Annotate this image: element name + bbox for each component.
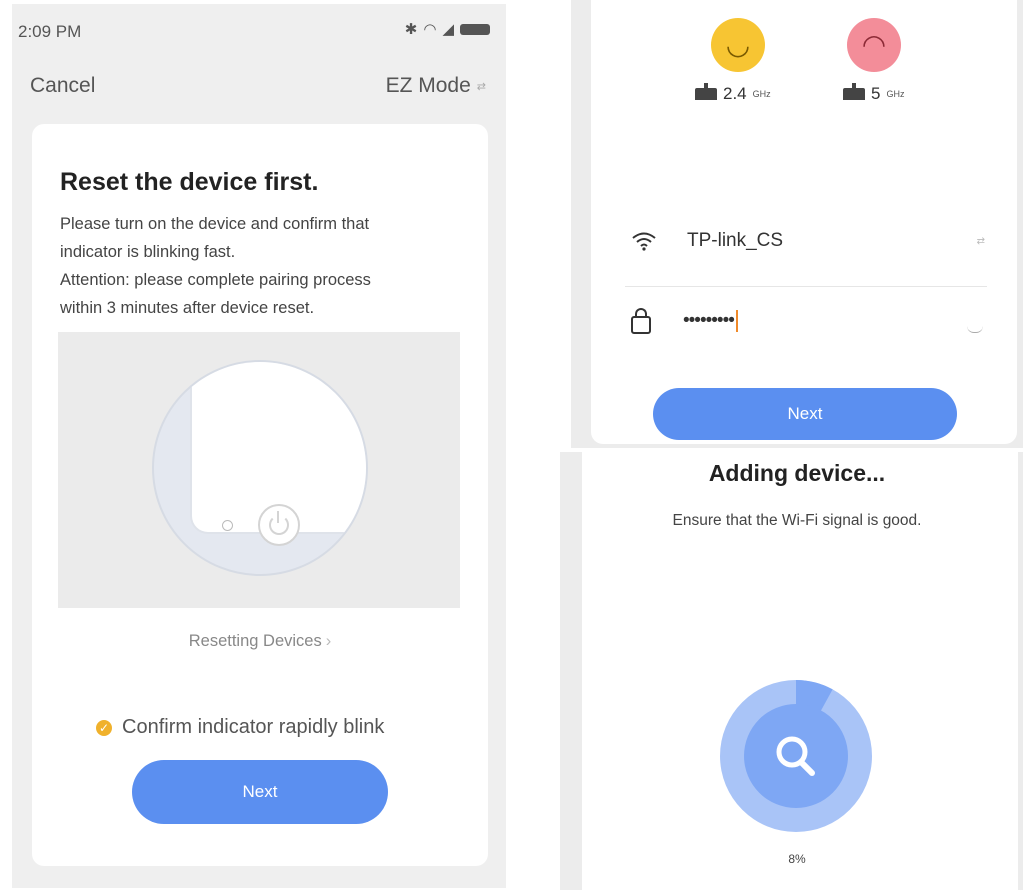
resetting-devices-link[interactable]: Resetting Devices › (32, 632, 488, 651)
check-circle-icon: ✓ (96, 719, 112, 736)
next-button[interactable]: Next (653, 388, 957, 440)
mode-label: EZ Mode (385, 74, 471, 97)
device-illustration (58, 332, 460, 608)
password-value: ••••••••• (683, 310, 738, 332)
band-unit: GHz (752, 89, 771, 99)
progress-inner (744, 704, 848, 808)
wifi-card: ◡ ◠ 2.4 GHz 5 GHz TP-link_CS ⇄ ••••••••• (591, 0, 1017, 444)
status-time: 2:09 PM (18, 22, 82, 41)
power-icon (258, 504, 300, 546)
password-field[interactable]: ••••••••• (631, 306, 991, 350)
progress-percent: 8% (788, 852, 806, 866)
reset-device-screen: 2:09 PM ✱ ◠ ◢ Cancel EZ Mode ⇄ Reset the … (12, 4, 506, 888)
wifi-icon: ◠ (423, 21, 437, 38)
progress-ring (720, 680, 872, 832)
confirm-label: Confirm indicator rapidly blink (122, 716, 385, 738)
page-subtitle: Ensure that the Wi-Fi signal is good. (672, 512, 922, 529)
ssid-value: TP-link_CS (687, 230, 784, 251)
eye-hidden-icon[interactable] (967, 326, 983, 333)
ez-mode-switch[interactable]: EZ Mode ⇄ (386, 74, 486, 98)
page-title: Reset the device first. (60, 168, 319, 196)
status-icons: ✱ ◠ ◢ (405, 20, 490, 38)
router-icon (695, 83, 717, 100)
battery-icon (460, 23, 490, 35)
sad-face-icon: ◠ (847, 18, 901, 72)
ssid-field[interactable]: TP-link_CS ⇄ (631, 222, 991, 266)
instructions: Please turn on the device and confirm th… (60, 210, 460, 322)
signal-icon: ◢ (442, 21, 454, 38)
top-bar: Cancel EZ Mode ⇄ (12, 70, 506, 106)
band-value: 5 (871, 84, 881, 103)
band-2-4ghz: 2.4 GHz (695, 83, 771, 104)
device-image (152, 360, 368, 576)
band-unit: GHz (886, 89, 905, 99)
resetting-devices-label: Resetting Devices (188, 632, 322, 650)
instruction-line: indicator is blinking fast. (60, 243, 236, 261)
instruction-line: Attention: please complete pairing proce… (60, 271, 371, 289)
swap-icon: ⇄ (476, 80, 486, 93)
band-value: 2.4 (723, 84, 747, 103)
happy-face-icon: ◡ (711, 18, 765, 72)
adding-card: Adding device... Ensure that the Wi-Fi s… (582, 452, 1018, 890)
cancel-button[interactable]: Cancel (30, 74, 95, 98)
swap-icon[interactable]: ⇄ (977, 236, 985, 247)
status-bar: 2:09 PM ✱ ◠ ◢ (12, 18, 506, 46)
confirm-blink-checkbox[interactable]: ✓ Confirm indicator rapidly blink (96, 716, 384, 739)
lock-icon (631, 308, 651, 334)
chevron-right-icon: › (325, 632, 332, 650)
adding-device-screen: Adding device... Ensure that the Wi-Fi s… (560, 452, 1023, 890)
wifi-icon (632, 232, 656, 251)
divider (625, 286, 987, 287)
indicator-led (222, 520, 233, 531)
band-5ghz: 5 GHz (843, 83, 905, 104)
wifi-setup-screen: ◡ ◠ 2.4 GHz 5 GHz TP-link_CS ⇄ ••••••••• (571, 0, 1023, 448)
bluetooth-icon: ✱ (404, 21, 418, 38)
router-icon (843, 83, 865, 100)
instruction-line: Please turn on the device and confirm th… (60, 215, 370, 233)
page-title: Adding device... (708, 460, 886, 486)
next-button[interactable]: Next (132, 760, 388, 824)
instruction-line: within 3 minutes after device reset. (60, 299, 315, 317)
reset-card: Reset the device first. Please turn on t… (32, 124, 488, 866)
